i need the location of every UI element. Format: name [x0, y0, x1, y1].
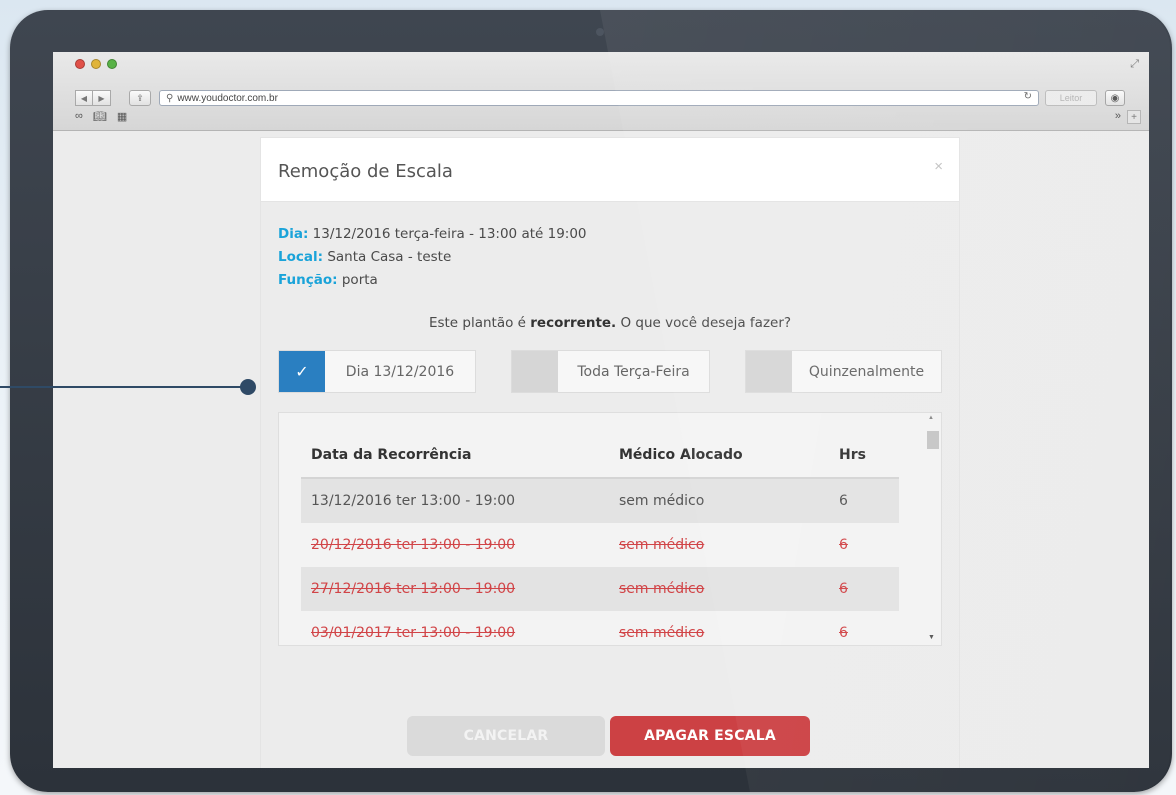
recurrence-table-container: Data da Recorrência Médico Alocado Hrs 1…	[278, 412, 942, 646]
camera-dot	[596, 28, 604, 36]
device-frame: ⤢ ◀ ▶ ⇪ ⚲ www.youdoctor.com.br ↻ Leitor …	[10, 10, 1172, 792]
shift-info: Dia: 13/12/2016 terça-feira - 13:00 até …	[278, 223, 587, 292]
delete-schedule-button[interactable]: APAGAR ESCALA	[610, 716, 810, 756]
reader-button[interactable]: Leitor	[1045, 90, 1097, 106]
cell-hours: 6	[829, 567, 899, 611]
url-text: www.youdoctor.com.br	[177, 92, 278, 104]
more-bookmarks-icon[interactable]: »	[1115, 110, 1121, 124]
option-biweekly[interactable]: Quinzenalmente	[745, 350, 942, 393]
table-header-row: Data da Recorrência Médico Alocado Hrs	[301, 433, 899, 479]
back-button[interactable]: ◀	[75, 90, 93, 106]
checkmark-icon: ✓	[295, 362, 309, 381]
search-icon: ⚲	[166, 92, 174, 104]
window-controls	[75, 59, 117, 69]
reload-icon[interactable]: ↻	[1024, 91, 1032, 102]
back-arrow-icon: ◀	[80, 93, 88, 103]
checkbox-unchecked[interactable]	[512, 351, 558, 392]
recurrence-table: Data da Recorrência Médico Alocado Hrs 1…	[301, 433, 899, 645]
cell-date: 03/01/2017 ter 13:00 - 19:00	[311, 625, 516, 641]
cell-doctor: sem médico	[619, 625, 705, 641]
cell-doctor: sem médico	[609, 478, 829, 523]
header-date: Data da Recorrência	[301, 433, 609, 479]
page-content: Remoção de Escala × Dia: 13/12/2016 terç…	[53, 131, 1149, 768]
bookmarks-overflow: » +	[1115, 110, 1141, 124]
close-window-button[interactable]	[75, 59, 85, 69]
share-icon: ⇪	[136, 92, 144, 103]
scrollbar-thumb[interactable]	[927, 431, 939, 449]
bookmarks-bar: ∞ 📖︎ ▦	[75, 110, 127, 123]
cell-hours: 6	[839, 537, 848, 553]
table-row: 13/12/2016 ter 13:00 - 19:00 sem médico …	[301, 478, 899, 523]
reading-list-icon[interactable]: ∞	[75, 110, 83, 123]
top-sites-icon[interactable]: ▦	[117, 110, 127, 123]
info-role: Função: porta	[278, 272, 378, 288]
callout-dot	[240, 379, 256, 395]
callout-line	[0, 386, 248, 388]
table-scrollbar[interactable]: ▲ ▼	[925, 415, 939, 643]
option-single-day[interactable]: ✓ Dia 13/12/2016	[278, 350, 476, 393]
remove-schedule-modal: Remoção de Escala × Dia: 13/12/2016 terç…	[261, 138, 959, 768]
cell-date: 20/12/2016 ter 13:00 - 19:00	[311, 537, 516, 553]
option-every-tuesday[interactable]: Toda Terça-Feira	[511, 350, 710, 393]
downloads-button[interactable]: ◉	[1105, 90, 1125, 106]
option-label: Quinzenalmente	[808, 363, 925, 380]
download-icon: ◉	[1110, 92, 1120, 104]
forward-arrow-icon: ▶	[98, 93, 105, 103]
header-doctor: Médico Alocado	[609, 433, 829, 479]
share-button[interactable]: ⇪	[129, 90, 151, 106]
cell-doctor: sem médico	[619, 537, 705, 553]
table-row: 20/12/2016 ter 13:00 - 19:00 sem médico …	[301, 523, 899, 567]
browser-toolbar: ⤢ ◀ ▶ ⇪ ⚲ www.youdoctor.com.br ↻ Leitor …	[53, 52, 1149, 131]
forward-button[interactable]: ▶	[93, 90, 111, 106]
scroll-down-icon[interactable]: ▼	[928, 634, 935, 641]
recurrence-question: Este plantão é recorrente. O que você de…	[428, 315, 792, 331]
table-row: 27/12/2016 ter 13:00 - 19:00 sem médico …	[301, 567, 899, 611]
bookmarks-icon[interactable]: 📖︎	[93, 110, 107, 123]
minimize-window-button[interactable]	[91, 59, 101, 69]
option-label: Dia 13/12/2016	[345, 363, 455, 380]
cell-hours: 6	[839, 625, 848, 641]
close-icon[interactable]: ×	[934, 158, 943, 175]
header-hours: Hrs	[829, 433, 899, 479]
fullscreen-icon[interactable]: ⤢	[1130, 58, 1139, 71]
option-label: Toda Terça-Feira	[577, 363, 690, 380]
checkbox-checked[interactable]: ✓	[279, 351, 325, 392]
new-tab-button[interactable]: +	[1127, 110, 1141, 124]
screen: ⤢ ◀ ▶ ⇪ ⚲ www.youdoctor.com.br ↻ Leitor …	[53, 52, 1149, 768]
cell-date: 27/12/2016 ter 13:00 - 19:00	[301, 567, 609, 611]
info-day: Dia: 13/12/2016 terça-feira - 13:00 até …	[278, 226, 587, 242]
checkbox-unchecked[interactable]	[746, 351, 792, 392]
info-location: Local: Santa Casa - teste	[278, 249, 452, 265]
modal-header: Remoção de Escala ×	[261, 138, 959, 202]
cell-doctor: sem médico	[609, 567, 829, 611]
zoom-window-button[interactable]	[107, 59, 117, 69]
scroll-up-icon[interactable]: ▲	[928, 415, 934, 421]
modal-title: Remoção de Escala	[278, 161, 453, 182]
nav-buttons: ◀ ▶	[75, 90, 111, 106]
cancel-button[interactable]: CANCELAR	[407, 716, 605, 756]
cell-date: 13/12/2016 ter 13:00 - 19:00	[301, 478, 609, 523]
cell-hours: 6	[829, 478, 899, 523]
table-row: 03/01/2017 ter 13:00 - 19:00 sem médico …	[301, 611, 899, 645]
address-bar[interactable]: ⚲ www.youdoctor.com.br ↻	[159, 90, 1039, 106]
